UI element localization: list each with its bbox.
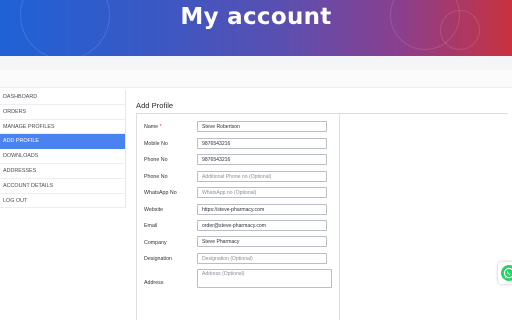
name-label: Name * [144, 124, 162, 130]
designation-field[interactable] [197, 253, 327, 264]
required-mark: * [159, 124, 162, 130]
account-sidebar: DASHBOARD ORDERS MANAGE PROFILES ADD PRO… [0, 90, 126, 209]
page-title: My account [180, 4, 332, 30]
whatsapp-field[interactable] [197, 187, 327, 198]
website-field[interactable] [197, 204, 327, 215]
phone-label: Phone No [144, 157, 168, 163]
sidebar-item-dashboard[interactable]: DASHBOARD [0, 90, 126, 105]
sidebar-item-log-out[interactable]: LOG OUT [0, 193, 126, 209]
name-field[interactable] [197, 121, 327, 132]
whatsapp-chat-button[interactable] [498, 262, 512, 284]
email-label: Email [144, 223, 158, 229]
additional-phone-field[interactable] [197, 171, 327, 182]
phone-field[interactable] [197, 154, 327, 165]
designation-label: Designation [144, 256, 172, 262]
form-title: Add Profile [136, 101, 174, 110]
phone-alt-label: Phone No [144, 174, 168, 180]
company-label: Company [144, 240, 167, 246]
banner-spacer [0, 56, 512, 70]
page-banner: My account [0, 0, 512, 56]
whatsapp-icon [501, 265, 512, 281]
whatsapp-label: WhatsApp No [144, 190, 177, 196]
sidebar-item-add-profile[interactable]: ADD PROFILE [0, 134, 126, 150]
sidebar-item-manage-profiles[interactable]: MANAGE PROFILES [0, 119, 126, 135]
name-label-text: Name [144, 124, 159, 130]
breadcrumb-bar [0, 70, 512, 88]
address-label: Address [144, 280, 164, 286]
email-field[interactable] [197, 220, 327, 231]
sidebar-item-downloads[interactable]: DOWNLOADS [0, 149, 126, 164]
sidebar-item-addresses[interactable]: ADDRESSES [0, 163, 126, 179]
sidebar-divider [125, 90, 126, 208]
mobile-label: Mobile No [144, 141, 168, 147]
address-field[interactable] [197, 269, 332, 288]
sidebar-item-orders[interactable]: ORDERS [0, 104, 126, 120]
company-field[interactable] [197, 236, 327, 247]
mobile-field[interactable] [197, 138, 327, 149]
sidebar-item-account-details[interactable]: ACCOUNT DETAILS [0, 178, 126, 194]
website-label: Website [144, 207, 164, 213]
